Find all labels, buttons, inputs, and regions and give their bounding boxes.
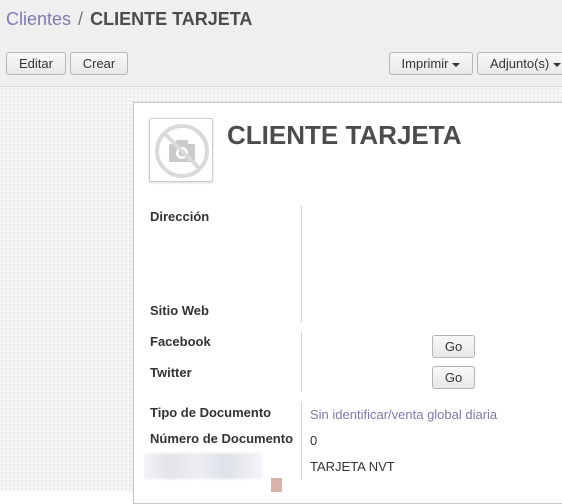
social-divider — [301, 331, 302, 392]
breadcrumb: Clientes / CLIENTE TARJETA — [6, 8, 252, 30]
redacted-label — [144, 453, 262, 479]
control-panel: Clientes / CLIENTE TARJETA Editar Crear … — [0, 0, 562, 87]
attachments-label: Adjunto(s) — [490, 56, 550, 71]
edit-button[interactable]: Editar — [6, 52, 66, 75]
facebook-label: Facebook — [150, 334, 211, 349]
redacted-element — [271, 478, 282, 492]
breadcrumb-current: CLIENTE TARJETA — [90, 9, 253, 29]
address-divider — [301, 206, 302, 322]
twitter-label: Twitter — [150, 365, 192, 380]
print-label: Imprimir — [401, 56, 449, 71]
website-label: Sitio Web — [150, 303, 209, 318]
facebook-go-button[interactable]: Go — [432, 335, 475, 358]
document-divider — [301, 402, 302, 480]
document-number-value: 0 — [310, 433, 318, 448]
caret-down-icon — [452, 62, 461, 67]
breadcrumb-separator: / — [78, 9, 84, 29]
document-number-label: Número de Documento — [150, 431, 294, 446]
document-type-value-link[interactable]: Sin identificar/venta global diaria — [310, 407, 497, 422]
breadcrumb-clientes-link[interactable]: Clientes — [6, 9, 71, 29]
address-label: Dirección — [150, 209, 210, 224]
attachments-dropdown-button[interactable]: Adjunto(s) — [477, 52, 562, 75]
avatar[interactable] — [149, 118, 213, 182]
twitter-go-button[interactable]: Go — [432, 366, 475, 389]
print-dropdown-button[interactable]: Imprimir — [389, 52, 473, 75]
create-button[interactable]: Crear — [70, 52, 128, 75]
no-image-camera-icon — [155, 124, 209, 178]
extra-field-value: TARJETA NVT — [310, 459, 395, 474]
document-type-label: Tipo de Documento — [150, 405, 272, 420]
record-title: CLIENTE TARJETA — [227, 120, 462, 150]
caret-down-icon — [553, 62, 562, 67]
